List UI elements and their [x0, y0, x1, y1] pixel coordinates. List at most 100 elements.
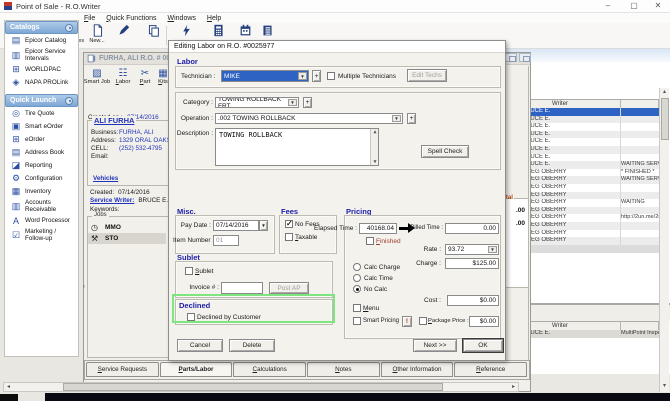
scroll-down-icon[interactable]: ▾ [660, 382, 669, 390]
child-close-icon[interactable] [519, 53, 531, 62]
sidebar-item[interactable]: A Word Processor [5, 214, 78, 227]
ro-tab[interactable]: Parts/Labor [159, 362, 233, 377]
smart-pricing-checkbox[interactable] [353, 317, 361, 325]
edit-techs-button[interactable]: Edit Techs [407, 69, 447, 82]
minimize-icon[interactable]: – [598, 0, 618, 12]
finished-checkbox[interactable] [366, 237, 374, 245]
ro-tab[interactable]: Notes [307, 362, 380, 377]
sidebar-header-catalogs[interactable]: Catalogs [5, 21, 78, 34]
category-combo[interactable]: TOWING ROLLBACK FRT ▼ [215, 97, 299, 108]
sidebar-item[interactable]: ⚙ Configuration [5, 172, 78, 185]
billed-time-field[interactable]: 0.00 [445, 223, 499, 234]
status-column-header[interactable] [621, 100, 659, 108]
sidebar-item[interactable]: ⊞ WORLDPAC [5, 63, 78, 76]
cancel-button[interactable]: Cancel [177, 339, 223, 352]
vehicles-link[interactable]: Vehicles [93, 175, 118, 182]
chevron-down-icon[interactable]: ▼ [288, 99, 297, 106]
menu-item[interactable]: Quick Functions [106, 15, 156, 22]
service-writer-link[interactable]: Service Writer: [90, 197, 134, 204]
menu-item[interactable]: File [84, 15, 95, 22]
edit-button[interactable] [110, 24, 136, 48]
cost-field[interactable]: $0.00 [447, 295, 499, 306]
invoice-field[interactable] [221, 282, 263, 294]
scroll-up-icon[interactable]: ▴ [660, 88, 669, 96]
sidebar-item[interactable]: ▣ Smart eOrder [5, 120, 78, 133]
operation-combo[interactable]: .002 TOWING ROLLBACK ▼ [215, 113, 403, 124]
sidebar-item[interactable]: ▤ Address Book [5, 146, 78, 159]
scroll-down-icon[interactable]: ▼ [371, 159, 378, 165]
status-column-header[interactable] [621, 322, 659, 330]
rate-combo[interactable]: 93.72 ▼ [445, 244, 499, 255]
elapsed-time-field[interactable]: 40168.04 [359, 223, 397, 234]
calc-option[interactable]: No Calc [353, 284, 423, 295]
sidebar-item[interactable]: ▥ Accounts Receivable [5, 198, 78, 214]
delete-button[interactable]: Delete [229, 339, 275, 352]
textarea-scrollbar[interactable]: ▲ ▼ [370, 129, 378, 165]
chevron-down-icon[interactable]: ▼ [298, 72, 307, 80]
splitter-collapse-icon[interactable]: ‹ [83, 284, 85, 290]
sidebar-item[interactable]: ☑ Marketing / Follow-up [5, 227, 78, 243]
sidebar-item[interactable]: ◪ Reporting [5, 159, 78, 172]
add-category-button[interactable]: + [303, 97, 312, 108]
charge-field[interactable]: $125.00 [445, 258, 499, 269]
calc-option[interactable]: Calc Time [353, 273, 423, 284]
sidebar-item[interactable]: ▦ Inventory [5, 185, 78, 198]
ro-tab[interactable]: Reference [454, 362, 528, 377]
ro-tab[interactable]: Other Information [380, 362, 454, 377]
vertical-scrollbar[interactable]: ▴ ▾ [659, 88, 669, 392]
sidebar-item[interactable]: ⊞ eOrder [5, 133, 78, 146]
package-price-field[interactable]: $0.00 [469, 316, 499, 327]
chevron-down-icon[interactable]: ▼ [392, 115, 401, 122]
close-icon[interactable]: ✕ [648, 0, 668, 12]
new-estimate-button[interactable]: New... [84, 24, 110, 48]
scroll-right-icon[interactable]: ▸ [509, 383, 518, 391]
smart-pricing-warning-button[interactable]: ! [402, 316, 412, 327]
maximize-icon[interactable]: ▢ [624, 0, 644, 12]
pay-date-field[interactable]: 07/14/2016 [213, 220, 259, 231]
spell-check-button[interactable]: Spell Check [421, 145, 469, 158]
dialog-title-bar[interactable]: Editing Labor on R.O. #0025977 [169, 41, 505, 53]
ro-tab[interactable]: Service Requests [86, 362, 159, 377]
package-price-checkbox[interactable] [419, 317, 427, 325]
customer-name-link[interactable]: ALI FURHA [92, 116, 137, 125]
multiple-technicians-checkbox[interactable] [327, 72, 335, 80]
scrollbar-thumb[interactable] [63, 383, 443, 391]
sidebar-header-quick-launch[interactable]: Quick Launch [5, 94, 78, 107]
labor-button[interactable]: ☷ Labor [111, 68, 135, 85]
post-ap-button[interactable]: Post AP [269, 282, 309, 294]
next-button[interactable]: Next >> [413, 339, 457, 352]
menu-checkbox[interactable] [353, 304, 361, 312]
smart-job-button[interactable]: ▨ Smart Job [84, 68, 110, 85]
scrollbar-thumb[interactable] [661, 98, 669, 140]
description-textarea[interactable]: TOWING ROLLBACK ▲ ▼ [215, 128, 379, 166]
pay-date-dropdown[interactable]: ▼ [259, 220, 268, 231]
menu-item[interactable]: Windows [168, 15, 196, 22]
scroll-up-icon[interactable]: ▲ [371, 129, 378, 135]
add-technician-button[interactable]: + [312, 70, 321, 82]
sidebar-item[interactable]: ◈ NAPA PROLink [5, 76, 78, 89]
radio-icon[interactable] [353, 274, 361, 282]
child-restore-icon[interactable] [505, 53, 517, 62]
taxable-checkbox[interactable] [285, 233, 293, 241]
scroll-left-icon[interactable]: ◂ [4, 383, 13, 391]
sidebar-item[interactable]: ▥ Epicor Service Intervals [5, 47, 78, 63]
chevron-down-icon[interactable]: ▼ [488, 246, 497, 253]
menu-item[interactable]: Help [207, 15, 221, 22]
sublet-checkbox[interactable] [185, 267, 193, 275]
ok-button[interactable]: OK [462, 338, 504, 353]
panel-gear-icon[interactable] [65, 23, 73, 32]
sidebar-item[interactable]: ◎ Tire Quote [5, 107, 78, 120]
horizontal-scrollbar[interactable]: ◂ ▸ [3, 382, 519, 392]
ro-tab[interactable]: Calculations [233, 362, 307, 377]
technician-combo[interactable]: MIKE ▼ [221, 70, 309, 82]
radio-icon[interactable] [353, 263, 361, 271]
radio-icon[interactable] [353, 285, 361, 293]
job-row[interactable]: ◷ MMO [88, 222, 166, 233]
sidebar-item[interactable]: ▤ Epicor Catalog [5, 34, 78, 47]
copy-button[interactable] [140, 24, 166, 48]
job-row[interactable]: ⚒ STO [88, 233, 166, 244]
item-number-field[interactable]: 01 [213, 235, 239, 246]
panel-gear-icon[interactable] [65, 96, 73, 105]
add-operation-button[interactable]: + [407, 113, 416, 124]
no-fees-checkbox[interactable] [285, 219, 293, 228]
